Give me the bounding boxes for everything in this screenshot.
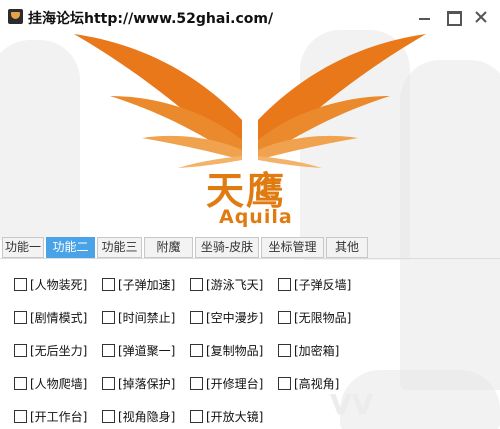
tab-other[interactable]: 其他 (326, 237, 368, 258)
tab-function-2[interactable]: 功能二 (46, 237, 95, 258)
option-checkbox[interactable]: [开修理台] (190, 373, 263, 393)
option-checkbox[interactable]: [剧情模式] (14, 307, 87, 327)
option-label: [子弹反墙] (294, 277, 352, 292)
tab-enchant[interactable]: 附魔 (144, 237, 193, 258)
checkbox-box[interactable] (102, 343, 115, 357)
option-checkbox[interactable]: [视角隐身] (102, 406, 175, 426)
checkbox-box[interactable] (14, 310, 27, 324)
checkbox-box[interactable] (278, 376, 291, 390)
option-label: [高视角] (294, 376, 340, 391)
checkbox-box[interactable] (190, 376, 203, 390)
checkbox-box[interactable] (14, 343, 27, 357)
window-title: 挂海论坛http://www.52ghai.com/ (28, 11, 274, 27)
checkbox-box[interactable] (190, 409, 203, 423)
option-checkbox[interactable]: [复制物品] (190, 340, 263, 360)
option-checkbox[interactable]: [人物装死] (14, 274, 87, 294)
option-checkbox[interactable]: [子弹反墙] (278, 274, 351, 294)
option-checkbox[interactable]: [高视角] (278, 373, 339, 393)
checkbox-box[interactable] (190, 310, 203, 324)
option-label: [弹道聚一] (118, 343, 176, 358)
checkbox-box[interactable] (102, 376, 115, 390)
option-label: [人物装死] (30, 277, 88, 292)
option-label: [剧情模式] (30, 310, 88, 325)
option-checkbox[interactable]: [弹道聚一] (102, 340, 175, 360)
option-label: [无后坐力] (30, 343, 88, 358)
checkbox-box[interactable] (278, 277, 291, 291)
checkbox-box[interactable] (102, 277, 115, 291)
option-label: [视角隐身] (118, 409, 176, 424)
option-label: [人物爬墙] (30, 376, 88, 391)
option-checkbox[interactable]: [人物爬墙] (14, 373, 87, 393)
checkbox-box[interactable] (190, 277, 203, 291)
logo-title-en: Aquila (219, 206, 293, 228)
maximize-button[interactable] (442, 6, 464, 28)
option-checkbox[interactable]: [空中漫步] (190, 307, 263, 327)
option-checkbox[interactable]: [无后坐力] (14, 340, 87, 360)
option-checkbox[interactable]: [开放大镜] (190, 406, 263, 426)
option-checkbox[interactable]: [开工作台] (14, 406, 87, 426)
option-label: [空中漫步] (206, 310, 264, 325)
close-button[interactable] (470, 6, 492, 28)
minimize-button[interactable] (414, 6, 436, 28)
close-icon (475, 11, 487, 23)
option-checkbox[interactable]: [时间禁止] (102, 307, 175, 327)
option-checkbox[interactable]: [子弹加速] (102, 274, 175, 294)
option-label: [复制物品] (206, 343, 264, 358)
option-label: [无限物品] (294, 310, 352, 325)
checkbox-box[interactable] (190, 343, 203, 357)
checkbox-box[interactable] (278, 343, 291, 357)
option-label: [子弹加速] (118, 277, 176, 292)
option-checkbox[interactable]: [掉落保护] (102, 373, 175, 393)
option-label: [开修理台] (206, 376, 264, 391)
checkbox-box[interactable] (102, 310, 115, 324)
checkbox-box[interactable] (14, 409, 27, 423)
options-row: [无后坐力] [弹道聚一] [复制物品] [加密箱] (14, 340, 394, 373)
option-label: [游泳飞天] (206, 277, 264, 292)
tab-function-1[interactable]: 功能一 (2, 237, 44, 258)
option-checkbox[interactable]: [加密箱] (278, 340, 339, 360)
option-label: [开放大镜] (206, 409, 264, 424)
options-row: [人物装死] [子弹加速] [游泳飞天] [子弹反墙] (14, 274, 394, 307)
tab-function-3[interactable]: 功能三 (97, 237, 142, 258)
tab-bar: 功能一 功能二 功能三 附魔 坐骑-皮肤 坐标管理 其他 (2, 237, 370, 259)
options-row: [人物爬墙] [掉落保护] [开修理台] [高视角] (14, 373, 394, 406)
wings-logo-icon (74, 34, 426, 168)
options-row: [剧情模式] [时间禁止] [空中漫步] [无限物品] (14, 307, 394, 340)
option-label: [加密箱] (294, 343, 340, 358)
option-label: [开工作台] (30, 409, 88, 424)
option-label: [时间禁止] (118, 310, 176, 325)
tab-mount-skin[interactable]: 坐骑-皮肤 (195, 237, 259, 258)
option-label: [掉落保护] (118, 376, 176, 391)
checkbox-box[interactable] (102, 409, 115, 423)
title-bar[interactable]: 挂海论坛http://www.52ghai.com/ (0, 0, 500, 32)
options-grid: [人物装死] [子弹加速] [游泳飞天] [子弹反墙] [剧情模式] [时间禁止… (14, 274, 394, 429)
app-icon (8, 9, 23, 24)
option-checkbox[interactable]: [无限物品] (278, 307, 351, 327)
tab-coordinate-manager[interactable]: 坐标管理 (261, 237, 324, 258)
checkbox-box[interactable] (14, 277, 27, 291)
option-checkbox[interactable]: [游泳飞天] (190, 274, 263, 294)
checkbox-box[interactable] (14, 376, 27, 390)
checkbox-box[interactable] (278, 310, 291, 324)
options-row: [开工作台] [视角隐身] [开放大镜] (14, 406, 394, 429)
